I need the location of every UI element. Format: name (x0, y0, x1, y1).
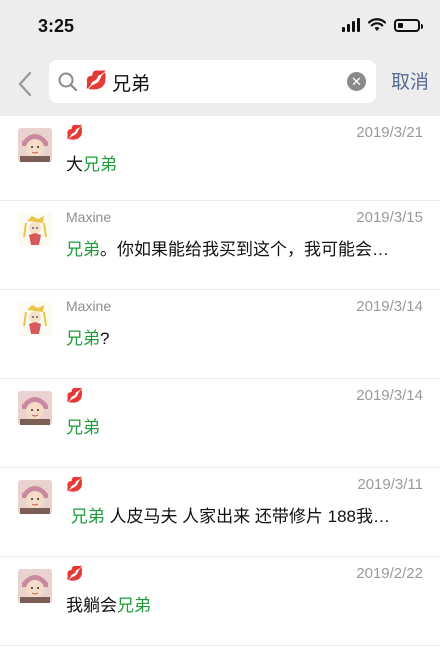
back-icon[interactable] (14, 70, 38, 98)
result-item[interactable]: 💋 2019/2/22 我躺会兄弟 (0, 557, 440, 646)
avatar (18, 128, 52, 162)
search-query: 兄弟 (112, 74, 151, 95)
keyword-highlight: 兄弟 (70, 507, 105, 526)
message-date: 2019/3/11 (357, 476, 423, 493)
keyword-highlight: 兄弟 (66, 418, 100, 437)
keyword-highlight: 兄弟 (66, 329, 100, 348)
result-item[interactable]: 💋 2019/3/14 兄弟 (0, 379, 440, 468)
search-input[interactable]: 💋 兄弟 ✕ (49, 60, 376, 103)
sender-name: Maxine (66, 298, 112, 314)
message-preview: 兄弟 人皮马夫 人家出来 还带修片 188我… (66, 502, 390, 527)
keyword-highlight: 兄弟 (66, 240, 100, 259)
result-item[interactable]: 💋 2019/3/21 大兄弟 (0, 116, 440, 201)
message-preview: 兄弟? (66, 324, 109, 349)
result-item[interactable]: Maxine 2019/3/15 兄弟。你如果能给我买到这个，我可能会… (0, 201, 440, 290)
sender-name: 💋 (66, 476, 84, 492)
status-bar: 3:25 (0, 0, 440, 52)
avatar (18, 213, 52, 247)
message-preview: 兄弟 (66, 413, 100, 438)
message-date: 2019/2/22 (356, 565, 423, 582)
message-date: 2019/3/14 (356, 387, 423, 404)
message-date: 2019/3/14 (356, 298, 423, 315)
battery-icon (394, 18, 423, 32)
sender-name: 💋 (66, 387, 84, 403)
result-item[interactable]: Maxine 2019/3/14 兄弟? (0, 290, 440, 379)
status-time: 3:25 (38, 16, 75, 36)
message-date: 2019/3/21 (356, 124, 423, 141)
message-prefix: 大 (66, 155, 83, 174)
sender-name: 💋 (66, 565, 84, 581)
result-item[interactable]: 💋 2019/3/11 兄弟 人皮马夫 人家出来 还带修片 188我… (0, 468, 440, 557)
sender-name: 💋 (66, 124, 84, 140)
keyword-highlight: 兄弟 (117, 596, 151, 615)
avatar (18, 302, 52, 336)
message-suffix: 。你如果能给我买到这个，我可能会… (100, 240, 389, 259)
message-prefix: 我躺会 (66, 596, 117, 615)
message-suffix: 人皮马夫 人家出来 还带修片 188我… (104, 507, 390, 526)
message-preview: 我躺会兄弟 (66, 591, 151, 616)
wifi-icon (368, 18, 386, 31)
message-date: 2019/3/15 (356, 209, 423, 226)
message-suffix: ? (100, 329, 110, 348)
signal-icon (342, 18, 360, 32)
keyword-highlight: 兄弟 (83, 155, 117, 174)
avatar (18, 569, 52, 603)
cancel-button[interactable]: 取消 (391, 67, 429, 94)
sender-name: Maxine (66, 209, 112, 225)
clear-icon[interactable]: ✕ (347, 72, 366, 91)
search-icon (58, 72, 78, 92)
avatar (18, 480, 52, 514)
search-results: 💋 2019/3/21 大兄弟 Maxine 2019/3/15 兄弟。你如果能给我买到这… (0, 116, 440, 646)
search-bar: 💋 兄弟 ✕ 取消 (0, 52, 440, 116)
status-icons (342, 18, 423, 32)
avatar (18, 391, 52, 425)
message-preview: 兄弟。你如果能给我买到这个，我可能会… (66, 235, 389, 260)
message-preview: 大兄弟 (66, 150, 117, 175)
search-query-emoji: 💋 (85, 70, 108, 90)
